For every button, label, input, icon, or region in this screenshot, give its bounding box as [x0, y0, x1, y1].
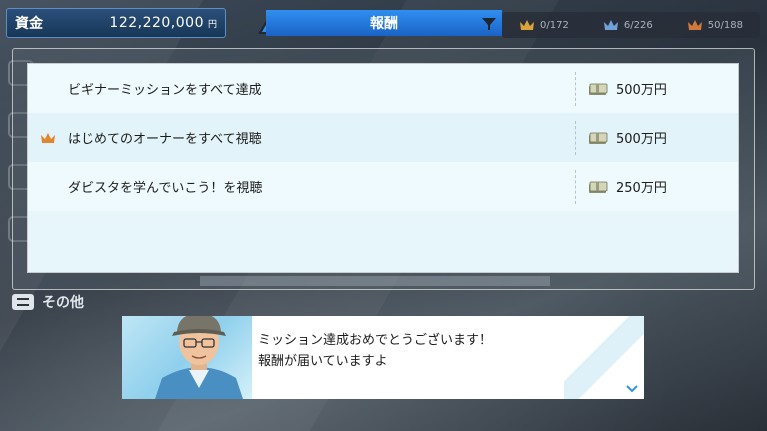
filter-icon[interactable]: [481, 16, 497, 32]
blue-crown-icon: [603, 20, 618, 30]
reward-list[interactable]: ビギナーミッションをすべて達成 500万円 はじめてのオーナーをすべて視聴 50…: [28, 64, 738, 272]
reward-label: はじめてのオーナーをすべて視聴: [68, 132, 262, 147]
reward-amount: 500万円: [588, 79, 738, 98]
money-icon: [589, 181, 608, 193]
reward-amount-text: 250万円: [616, 181, 667, 196]
sidebar-item-label: その他: [42, 295, 84, 311]
empty-row: [28, 211, 738, 272]
funds-unit: 円: [207, 19, 217, 30]
crown-counters: 0/172 6/226 50/188: [502, 12, 760, 38]
crown-slot: [28, 132, 68, 144]
funds-value: 122,220,000: [109, 15, 204, 31]
reward-amount: 250万円: [588, 177, 738, 196]
row-divider: [575, 169, 576, 204]
dialog-message: ミッション達成おめでとうございます！ 報酬が届いていますよ: [258, 333, 493, 369]
reward-amount-text: 500万円: [616, 83, 667, 98]
message-dialog[interactable]: ミッション達成おめでとうございます！ 報酬が届いていますよ: [122, 316, 644, 399]
gold-crown-counter: 0/172: [519, 19, 569, 31]
portrait-background: [122, 316, 252, 399]
reward-amount-text: 500万円: [616, 132, 667, 147]
bronze-crown-icon: [687, 20, 702, 30]
money-icon: [589, 132, 608, 144]
funds-display: 資金 122,220,000 円: [6, 8, 226, 38]
scroll-track[interactable]: [200, 276, 550, 286]
reward-row[interactable]: ビギナーミッションをすべて達成 500万円: [28, 64, 738, 113]
reward-row[interactable]: はじめてのオーナーをすべて視聴 500万円: [28, 113, 738, 162]
gold-crown-icon: [520, 20, 535, 30]
row-divider: [575, 120, 576, 155]
reward-row[interactable]: ダビスタを学んでいこう！を視聴 250万円: [28, 162, 738, 211]
reward-label: ビギナーミッションをすべて達成: [68, 83, 262, 98]
chevron-down-icon[interactable]: [626, 385, 638, 393]
reward-label: ダビスタを学んでいこう！を視聴: [68, 181, 263, 196]
orange-crown-icon: [41, 132, 55, 143]
character-portrait: [155, 316, 243, 399]
gold-crown-count: 0/172: [540, 19, 569, 31]
page-title-text: 報酬: [370, 16, 398, 32]
money-icon: [589, 83, 608, 95]
reward-amount: 500万円: [588, 128, 738, 147]
sidebar-item-other[interactable]: その他: [12, 292, 84, 312]
row-divider: [575, 71, 576, 106]
list-icon: [12, 294, 34, 310]
page-title: 報酬: [266, 10, 502, 36]
bronze-crown-counter: 50/188: [687, 19, 743, 31]
funds-label: 資金: [15, 16, 43, 32]
blue-crown-count: 6/226: [623, 19, 653, 31]
blue-crown-counter: 6/226: [603, 19, 653, 31]
bronze-crown-count: 50/188: [707, 19, 743, 31]
